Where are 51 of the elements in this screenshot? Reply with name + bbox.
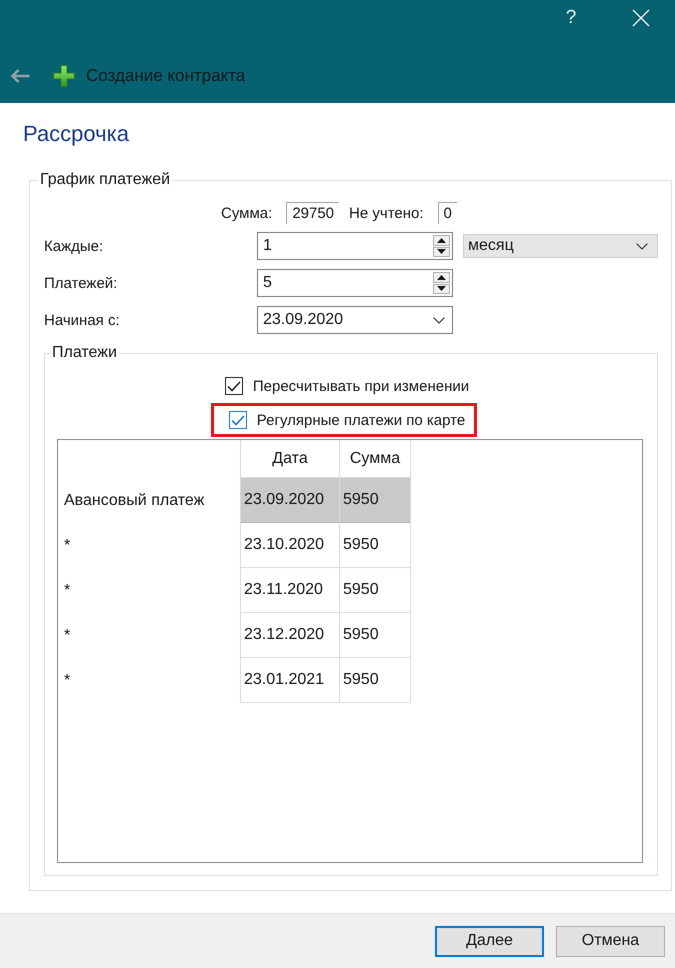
spin-field[interactable]: 1 bbox=[257, 232, 453, 260]
group-legend: Платежи bbox=[50, 343, 119, 363]
row-header: * bbox=[63, 536, 72, 556]
table-cell: 5950 bbox=[340, 478, 411, 523]
table-cell: 23.11.2020 bbox=[240, 568, 340, 613]
unit-dropdown[interactable]: месяц bbox=[463, 234, 658, 258]
plus-icon bbox=[53, 65, 75, 87]
toolbar-title: Создание контракта bbox=[86, 66, 246, 86]
spin-up-button[interactable] bbox=[433, 272, 450, 282]
dialog-button[interactable]: Отмена bbox=[556, 926, 665, 956]
row-header: * bbox=[63, 580, 72, 600]
up-triangle-icon bbox=[437, 274, 446, 280]
checkbox[interactable] bbox=[224, 377, 243, 395]
table-cell: 23.12.2020 bbox=[240, 613, 340, 658]
spin-field[interactable]: 5 bbox=[257, 269, 453, 297]
chevron-down-icon bbox=[636, 242, 648, 250]
page-title: Рассрочка bbox=[23, 120, 129, 148]
checkbox[interactable] bbox=[228, 411, 247, 429]
back-button[interactable] bbox=[10, 68, 30, 84]
chevron-down-icon bbox=[433, 316, 445, 324]
group-legend: График платежей bbox=[38, 170, 172, 190]
field-label: Начиная с: bbox=[44, 312, 120, 328]
row-header: * bbox=[63, 670, 72, 690]
total-label: Не учтено: bbox=[349, 204, 424, 222]
table-cell: 23.10.2020 bbox=[240, 523, 340, 568]
total-field: 0 bbox=[438, 202, 457, 224]
total-field: 29750 bbox=[286, 202, 340, 224]
checkbox-label[interactable]: Пересчитывать при изменении bbox=[252, 378, 470, 394]
field-label: Каждые: bbox=[44, 238, 104, 254]
down-triangle-icon bbox=[437, 286, 446, 292]
dialog-button[interactable]: Далее bbox=[435, 926, 544, 956]
back-arrow-icon bbox=[10, 68, 30, 84]
table-cell: 5950 bbox=[340, 658, 411, 703]
row-header: * bbox=[63, 626, 72, 646]
table-cell: 23.01.2021 bbox=[240, 658, 340, 703]
close-icon bbox=[632, 8, 650, 26]
row-header: Авансовый платеж bbox=[63, 490, 206, 510]
down-triangle-icon bbox=[437, 249, 446, 254]
table-cell: 5950 bbox=[340, 613, 411, 658]
checkbox-label[interactable]: Регулярные платежи по карте bbox=[256, 412, 466, 428]
table-cell: 23.09.2020 bbox=[240, 478, 340, 523]
spin-down-button[interactable] bbox=[433, 246, 450, 257]
spin-up-button[interactable] bbox=[433, 235, 450, 246]
help-button[interactable]: ? bbox=[561, 6, 581, 30]
date-field[interactable]: 23.09.2020 bbox=[257, 306, 453, 334]
spin-down-button[interactable] bbox=[433, 284, 450, 294]
field-label: Платежей: bbox=[44, 274, 118, 292]
up-triangle-icon bbox=[437, 238, 446, 243]
total-label: Сумма: bbox=[221, 204, 272, 222]
table-cell: 5950 bbox=[340, 523, 411, 568]
table-cell: 5950 bbox=[340, 568, 411, 613]
